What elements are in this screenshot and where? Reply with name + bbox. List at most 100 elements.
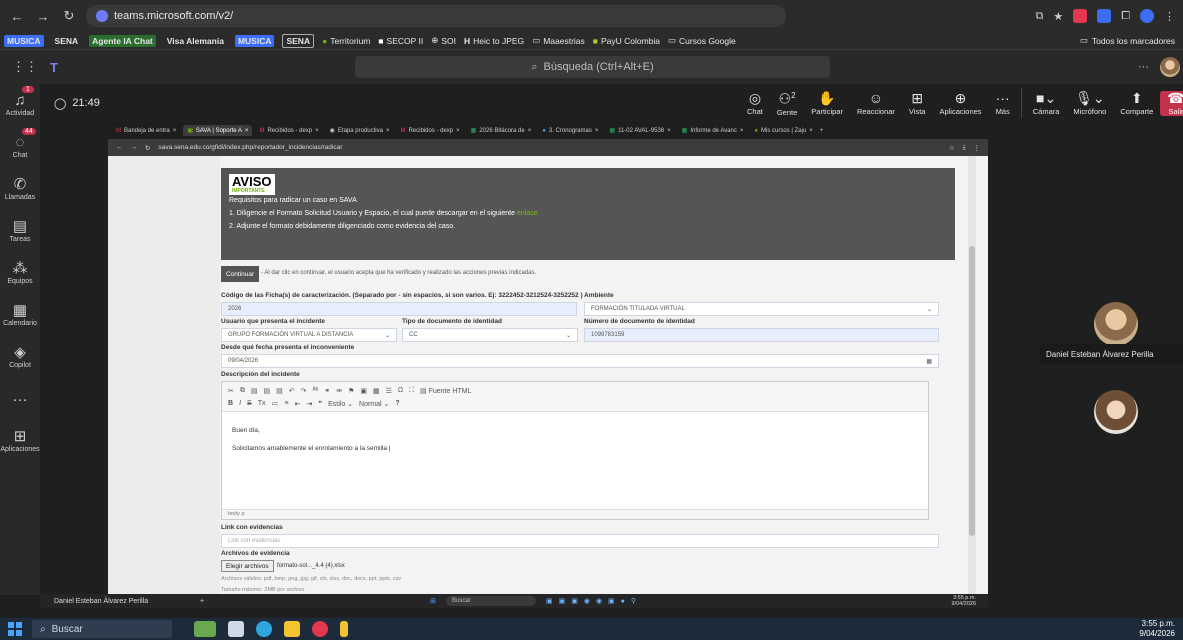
- shared-tab[interactable]: ▦ Informe de Avanc ×: [678, 125, 748, 136]
- rail-item-chat[interactable]: ◌ 44 Chat: [0, 126, 40, 168]
- bookmark-11[interactable]: ■ PayU Colombia: [593, 36, 660, 46]
- weather-icon[interactable]: [194, 621, 216, 637]
- shared-tab[interactable]: ▦ 11-02 AVAL-9538 ×: [605, 125, 674, 136]
- app-launcher-icon[interactable]: ⋮⋮: [12, 59, 38, 75]
- user-avatar[interactable]: [1160, 57, 1180, 77]
- bookmark-star-icon[interactable]: ☆: [949, 144, 955, 152]
- new-tab-icon[interactable]: +: [820, 128, 824, 134]
- link-icon[interactable]: ⚭: [324, 387, 330, 395]
- edge-icon[interactable]: [256, 621, 272, 637]
- windows-start-icon[interactable]: [8, 622, 22, 636]
- view-button[interactable]: ⊞ Vista: [902, 91, 933, 116]
- image-icon[interactable]: ▣: [360, 387, 367, 395]
- redo-icon[interactable]: ↷: [301, 387, 307, 395]
- bookmark-7[interactable]: ■ SECOP II: [378, 36, 423, 46]
- forward-icon[interactable]: →: [131, 144, 138, 151]
- rich-text-editor[interactable]: ✂ ⧉ ▤ ▤ ▤ ↶ ↷ ᴬᵇ ⚭ ⚮ ⚑ ▣ ▦ ☰ Ω ⛶ ▤ Fuent…: [221, 381, 929, 520]
- rail-item-calendar[interactable]: ▦ Calendario: [0, 294, 40, 336]
- continue-button[interactable]: Continuar: [221, 266, 260, 282]
- rail-item-teams[interactable]: ⁂ Equipos: [0, 252, 40, 294]
- shared-tab[interactable]: M Recibidos - dexp ×: [255, 126, 322, 136]
- choose-files-button[interactable]: Elegir archivos: [221, 560, 274, 572]
- bookmark-4[interactable]: MUSICA: [234, 34, 275, 47]
- scrollbar-thumb[interactable]: [969, 246, 975, 536]
- shared-address-bar[interactable]: ← → ↻ sava.sena.edu.co/gfidi/index.php/r…: [108, 139, 988, 156]
- paste-word-icon[interactable]: ▤: [276, 387, 283, 395]
- outdent-icon[interactable]: ⇤: [295, 400, 301, 408]
- extension-icon[interactable]: [1097, 9, 1112, 23]
- copy-icon[interactable]: ⧉: [240, 387, 245, 395]
- page-scrollbar[interactable]: [968, 156, 976, 594]
- react-button[interactable]: ☺ Reaccionar: [850, 91, 902, 116]
- shared-tab[interactable]: M Bandeja de entra ×: [112, 126, 180, 136]
- date-input[interactable]: 09/04/2026 ▦: [221, 354, 939, 368]
- maximize-icon[interactable]: ⛶: [409, 387, 414, 395]
- menu-icon[interactable]: ⋮: [1164, 10, 1175, 23]
- participant-avatar-2[interactable]: [1094, 390, 1138, 434]
- chat-button[interactable]: ◎ Chat: [740, 91, 770, 116]
- shared-tab-active[interactable]: ▣ SAVA | Soporte A ×: [183, 125, 253, 136]
- clear-format-icon[interactable]: Tx: [258, 400, 266, 407]
- bookmark-10[interactable]: ▭ Maaestrias: [532, 35, 585, 46]
- paste-text-icon[interactable]: ▤: [264, 387, 271, 395]
- italic-icon[interactable]: I: [239, 400, 241, 407]
- chrome-icon[interactable]: [312, 621, 328, 637]
- rail-item-copilot[interactable]: ◈ Copilot: [0, 336, 40, 378]
- style-dropdown[interactable]: Estilo ⌄: [328, 400, 353, 408]
- apps-button[interactable]: ⊕ Aplicaciones: [932, 91, 988, 116]
- all-bookmarks[interactable]: ▭ Todos los marcadores: [1080, 35, 1179, 46]
- format-dropdown[interactable]: Normal ⌄: [359, 400, 389, 408]
- people-button[interactable]: ⚇2 Gente: [770, 89, 804, 117]
- forward-icon[interactable]: →: [34, 9, 52, 24]
- shared-tab[interactable]: ◉ Etapa productiva ×: [326, 125, 394, 136]
- rail-item-activity[interactable]: ♫ 1 Actividad: [0, 84, 40, 126]
- flag-icon[interactable]: ⚑: [348, 387, 354, 395]
- back-icon[interactable]: ←: [8, 9, 26, 24]
- puzzle-icon[interactable]: ⧠: [1121, 10, 1130, 23]
- editor-content[interactable]: Buen día, Solicitamos amablemente el enr…: [222, 412, 928, 468]
- hr-icon[interactable]: ☰: [386, 387, 392, 395]
- leave-button[interactable]: ☎ Salir: [1160, 90, 1183, 116]
- share-button[interactable]: ⬆ Comparte: [1113, 91, 1160, 116]
- bookmark-2[interactable]: Agente IA Chat: [89, 34, 156, 47]
- bold-icon[interactable]: B: [228, 400, 233, 407]
- cast-icon[interactable]: ⧉: [1035, 10, 1043, 23]
- site-info-icon[interactable]: [96, 10, 108, 22]
- num-doc-input[interactable]: 1098783159: [584, 328, 939, 342]
- download-icon[interactable]: ⤓: [963, 144, 966, 152]
- ficha-input[interactable]: 2026: [221, 302, 577, 316]
- teams-search-input[interactable]: ⌕ Búsqueda (Ctrl+Alt+E): [355, 56, 830, 78]
- table-icon[interactable]: ▦: [373, 387, 380, 395]
- usuario-select[interactable]: GRUPO FORMACIÓN VIRTUAL A DISTANCIA ⌄: [221, 328, 397, 342]
- rail-item-calls[interactable]: ✆ Llamadas: [0, 168, 40, 210]
- file-explorer-icon[interactable]: [284, 621, 300, 637]
- calendar-icon[interactable]: ▦: [926, 358, 932, 365]
- link-input[interactable]: Link con evidencias: [221, 534, 939, 548]
- undo-icon[interactable]: ↶: [289, 387, 295, 395]
- shared-tab[interactable]: M Recibidos - dexp ×: [396, 126, 463, 136]
- taskbar-search[interactable]: ⌕ Buscar: [32, 620, 172, 638]
- rail-item-tasks[interactable]: ▤ Tareas: [0, 210, 40, 252]
- menu-icon[interactable]: ⋮: [974, 144, 981, 152]
- raise-hand-button[interactable]: ✋ Participar: [804, 91, 850, 116]
- camera-button[interactable]: ■⌄ Cámara: [1026, 91, 1067, 116]
- rail-item-more[interactable]: ···: [0, 378, 40, 420]
- ambiente-select[interactable]: FORMACIÓN TITULADA VIRTUAL ⌄: [584, 302, 939, 316]
- address-bar[interactable]: teams.microsoft.com/v2/: [86, 5, 786, 27]
- add-icon[interactable]: +: [200, 598, 204, 605]
- bookmark-3[interactable]: Visa Alemania: [164, 35, 227, 47]
- bookmark-star-icon[interactable]: ★: [1053, 10, 1063, 23]
- bookmark-6[interactable]: ● Territorium: [322, 36, 370, 46]
- bulleted-list-icon[interactable]: ≡: [284, 400, 288, 407]
- mic-button[interactable]: 🎙⌄ Micrófono: [1066, 91, 1113, 116]
- numbered-list-icon[interactable]: ≔: [271, 400, 278, 408]
- help-icon[interactable]: ?: [395, 400, 399, 407]
- more-options-icon[interactable]: ···: [1138, 61, 1149, 73]
- shared-tab[interactable]: ● Mis cursos | Zaju ×: [750, 126, 816, 136]
- bookmark-0[interactable]: MUSICA: [4, 34, 44, 47]
- cut-icon[interactable]: ✂: [228, 387, 234, 395]
- back-icon[interactable]: ←: [116, 144, 123, 151]
- source-button[interactable]: ▤ Fuente HTML: [420, 387, 471, 395]
- reload-icon[interactable]: ↻: [145, 144, 150, 152]
- task-view-icon[interactable]: [228, 621, 244, 637]
